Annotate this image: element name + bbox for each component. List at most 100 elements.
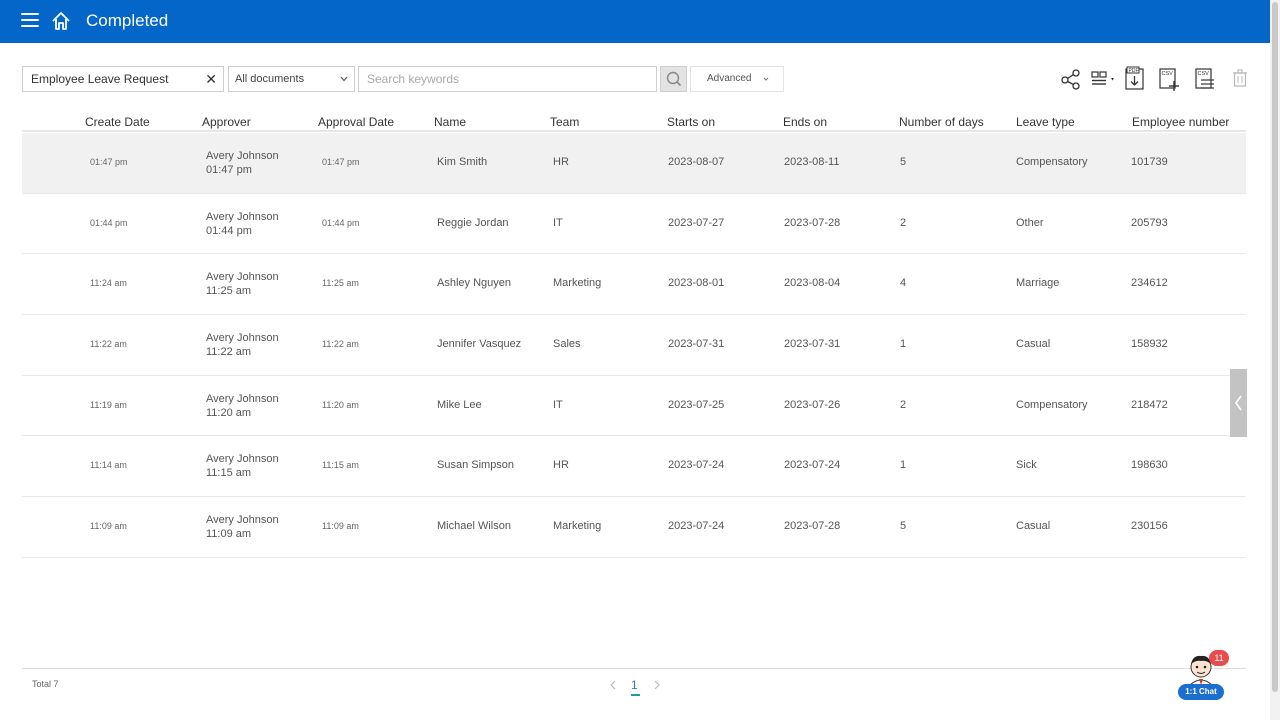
approver-name: Avery Johnson	[206, 210, 279, 223]
table-row[interactable]: 11:22 am Avery Johnson 11:22 am 11:22 am…	[22, 315, 1246, 376]
approver-cell: Avery Johnson 01:44 pm	[206, 210, 279, 238]
vertical-scrollbar[interactable]	[1270, 0, 1280, 720]
create-date-cell: 11:14 am	[90, 460, 127, 471]
total-count: Total 7	[32, 679, 59, 689]
advanced-search-button[interactable]: Advanced	[690, 66, 784, 92]
side-panel-toggle[interactable]	[1230, 369, 1247, 437]
team-cell: HR	[553, 459, 569, 472]
create-date-cell: 11:24 am	[90, 278, 127, 289]
approval-date-cell: 11:20 am	[322, 399, 359, 410]
table-body: 01:47 pm Avery Johnson 01:47 pm 01:47 pm…	[22, 133, 1246, 558]
scrollbar-thumb[interactable]	[1272, 2, 1278, 692]
chevron-right-icon[interactable]	[652, 679, 662, 691]
csv-list-icon[interactable]: CSV	[1192, 66, 1218, 92]
team-cell: IT	[553, 398, 563, 411]
approval-date-cell: 11:22 am	[322, 339, 359, 350]
column-header-ends-on[interactable]: Ends on	[783, 115, 827, 129]
approver-name: Avery Johnson	[206, 392, 279, 405]
starts-on-cell: 2023-08-07	[668, 156, 725, 168]
approver-time: 11:25 am	[206, 285, 252, 298]
page-title: Completed	[86, 11, 169, 30]
starts-on-cell: 2023-08-01	[668, 277, 725, 290]
search-button[interactable]	[660, 66, 687, 92]
column-header-approval-date[interactable]: Approval Date	[318, 115, 394, 129]
svg-text:CSV: CSV	[1162, 71, 1174, 77]
approver-cell: Avery Johnson 11:15 am	[206, 452, 279, 480]
approval-date-cell: 11:15 am	[322, 460, 359, 471]
name-cell: Jennifer Vasquez	[437, 338, 522, 351]
approver-time: 11:09 am	[206, 528, 252, 541]
ends-on-cell: 2023-08-04	[784, 277, 841, 290]
active-page-indicator	[631, 694, 640, 696]
leave-type-cell: Other	[1016, 216, 1044, 229]
column-header-name[interactable]: Name	[434, 115, 466, 129]
create-date-cell: 11:22 am	[90, 339, 127, 350]
column-layout-icon[interactable]	[1089, 66, 1119, 92]
approver-name: Avery Johnson	[206, 271, 279, 284]
chevron-down-icon	[340, 76, 348, 82]
column-header-create-date[interactable]: Create Date	[85, 115, 150, 129]
create-date-cell: 01:44 pm	[90, 217, 128, 228]
employee-number-cell: 158932	[1131, 338, 1168, 351]
filter-value: Employee Leave Request	[31, 72, 169, 86]
chevron-down-icon	[763, 77, 769, 81]
column-header-number-of-days[interactable]: Number of days	[899, 115, 984, 129]
pagination-page[interactable]: 1	[631, 678, 638, 692]
column-header-leave-type[interactable]: Leave type	[1016, 115, 1075, 129]
svg-text:CSV: CSV	[1198, 71, 1210, 77]
approver-time: 11:15 am	[206, 467, 252, 480]
table-row[interactable]: 01:44 pm Avery Johnson 01:44 pm 01:44 pm…	[22, 194, 1246, 255]
column-header-starts-on[interactable]: Starts on	[667, 115, 715, 129]
starts-on-cell: 2023-07-24	[668, 459, 725, 472]
ends-on-cell: 2023-08-11	[784, 156, 840, 168]
ends-on-cell: 2023-07-26	[784, 398, 841, 411]
name-cell: Kim Smith	[437, 156, 488, 168]
home-icon[interactable]	[51, 11, 71, 31]
column-header-approver[interactable]: Approver	[202, 115, 251, 129]
approval-date-cell: 01:47 pm	[322, 157, 360, 167]
days-cell: 5	[900, 156, 907, 168]
svg-text:PDF: PDF	[1129, 68, 1139, 74]
starts-on-cell: 2023-07-31	[668, 338, 725, 351]
add-csv-icon[interactable]: CSV	[1156, 66, 1182, 92]
name-cell: Reggie Jordan	[437, 216, 509, 229]
advanced-label: Advanced	[707, 73, 752, 84]
name-cell: Ashley Nguyen	[437, 277, 511, 290]
days-cell: 1	[900, 338, 907, 351]
search-icon	[666, 71, 682, 87]
starts-on-cell: 2023-07-25	[668, 398, 725, 411]
employee-number-cell: 234612	[1131, 277, 1168, 290]
trash-icon[interactable]	[1228, 66, 1254, 92]
employee-number-cell: 218472	[1131, 398, 1168, 411]
approval-date-cell: 11:25 am	[322, 278, 359, 289]
table-row[interactable]: 11:09 am Avery Johnson 11:09 am 11:09 am…	[22, 497, 1246, 558]
chevron-left-icon[interactable]	[608, 679, 618, 691]
days-cell: 4	[900, 277, 907, 290]
create-date-cell: 01:47 pm	[90, 157, 128, 167]
export-pdf-icon[interactable]: PDF	[1122, 66, 1148, 92]
hamburger-menu-icon[interactable]	[21, 13, 39, 29]
approver-cell: Avery Johnson 11:25 am	[206, 270, 279, 298]
documents-dropdown[interactable]: All documents	[228, 66, 355, 92]
chevron-left-icon	[1235, 395, 1242, 411]
search-input[interactable]	[358, 66, 657, 92]
column-header-team[interactable]: Team	[550, 115, 579, 129]
column-header-employee-number[interactable]: Employee number	[1132, 115, 1229, 129]
team-cell: Marketing	[553, 520, 602, 533]
clear-filter-icon[interactable]: ✕	[205, 67, 217, 91]
table-row[interactable]: 01:47 pm Avery Johnson 01:47 pm 01:47 pm…	[22, 133, 1246, 194]
employee-number-cell: 205793	[1131, 216, 1168, 229]
share-icon[interactable]	[1058, 66, 1084, 92]
chat-button[interactable]: 1:1 Chat	[1178, 684, 1224, 700]
table-row[interactable]: 11:24 am Avery Johnson 11:25 am 11:25 am…	[22, 254, 1246, 316]
document-type-filter[interactable]: Employee Leave Request ✕	[22, 66, 224, 92]
table-row[interactable]: 11:19 am Avery Johnson 11:20 am 11:20 am…	[22, 376, 1246, 437]
footer-divider	[22, 668, 1246, 669]
table-row[interactable]: 11:14 am Avery Johnson 11:15 am 11:15 am…	[22, 436, 1246, 498]
employee-number-cell: 101739	[1131, 156, 1168, 168]
days-cell: 2	[900, 398, 907, 411]
documents-dropdown-value: All documents	[235, 73, 305, 85]
name-cell: Mike Lee	[437, 398, 482, 411]
starts-on-cell: 2023-07-27	[668, 216, 725, 229]
table-header: Create Date Approver Approval Date Name …	[22, 112, 1246, 132]
